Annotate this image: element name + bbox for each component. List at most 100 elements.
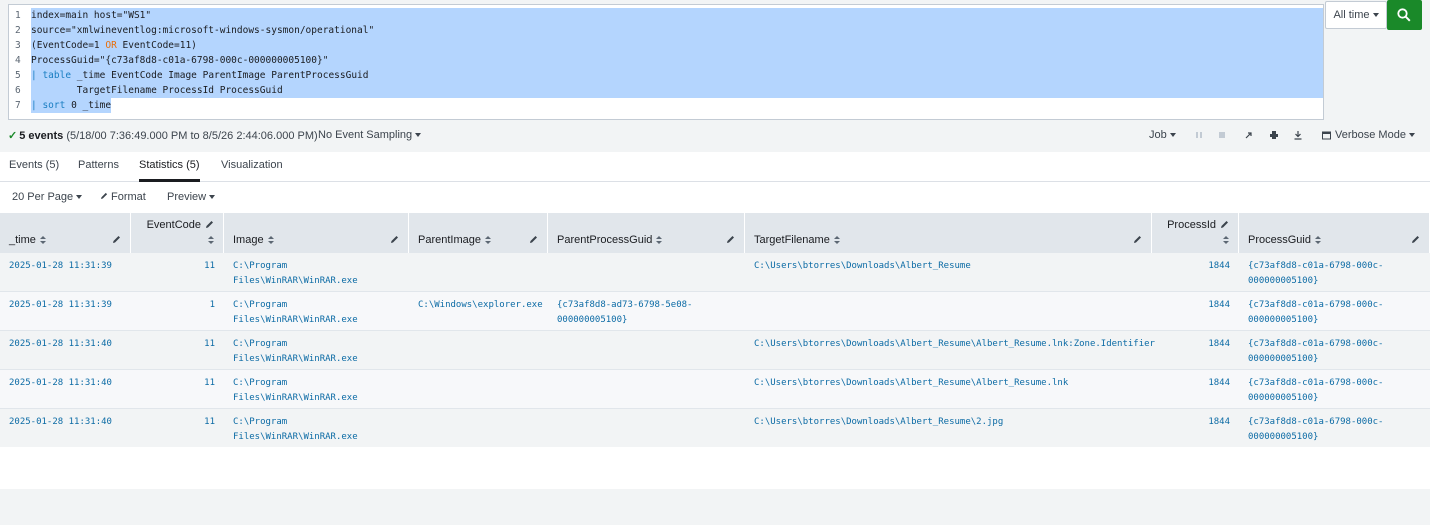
cell-code[interactable]: 11 — [131, 376, 215, 391]
search-button[interactable] — [1387, 0, 1422, 30]
column-header-image[interactable]: Image — [224, 213, 409, 253]
cell-time[interactable]: 2025-01-28 11:31:39 — [9, 298, 112, 313]
column-header-title: _time — [9, 234, 46, 246]
cell-image[interactable]: C:\Program Files\WinRAR\WinRAR.exe — [233, 337, 358, 367]
cell-image[interactable]: C:\Program Files\WinRAR\WinRAR.exe — [233, 298, 358, 328]
query-token: sort — [42, 100, 66, 111]
cell-target[interactable]: C:\Users\btorres\Downloads\Albert_Resume… — [754, 376, 1068, 391]
column-header-label: TargetFilename — [754, 234, 830, 246]
cell-code[interactable]: 11 — [131, 415, 215, 430]
search-query-editor[interactable]: 1 index=main host="WS1" 2 source="xmlwineve… — [8, 4, 1324, 120]
cell-pid[interactable]: 1844 — [1152, 415, 1230, 430]
table-row: 2025-01-28 11:31:39 11 C:\Program Files\Wi… — [0, 253, 1430, 292]
sort-icon[interactable] — [484, 236, 491, 245]
edit-column-icon[interactable] — [529, 235, 538, 244]
cell-guid[interactable]: {c73af8d8-c01a-6798-000c- 000000005100} — [1248, 298, 1383, 328]
cell-pid[interactable]: 1844 — [1152, 376, 1230, 391]
column-header-targetfilename[interactable]: TargetFilename — [745, 213, 1152, 253]
cell-time[interactable]: 2025-01-28 11:31:39 — [9, 259, 112, 274]
cell-target[interactable]: C:\Users\btorres\Downloads\Albert_Resume… — [754, 337, 1155, 352]
pause-icon[interactable] — [1194, 130, 1204, 140]
column-header-eventcode[interactable]: EventCode — [131, 213, 224, 253]
sort-icon[interactable] — [208, 236, 214, 244]
column-header-title: ParentImage — [418, 234, 491, 246]
stop-icon[interactable] — [1217, 130, 1227, 140]
cell-image[interactable]: C:\Program Files\WinRAR\WinRAR.exe — [233, 415, 358, 445]
cell-time[interactable]: 2025-01-28 11:31:40 — [9, 337, 112, 352]
edit-column-icon[interactable] — [112, 235, 121, 244]
cell-code[interactable]: 1 — [131, 298, 215, 313]
sort-icon[interactable] — [1223, 236, 1229, 244]
print-icon[interactable] — [1269, 130, 1279, 140]
cell-parent[interactable]: C:\Windows\explorer.exe — [418, 298, 543, 313]
search-bar: 1 index=main host="WS1" 2 source="xmlwineve… — [0, 0, 1430, 122]
sort-icon[interactable] — [39, 236, 46, 245]
cell-image[interactable]: C:\Program Files\WinRAR\WinRAR.exe — [233, 376, 358, 406]
tab-events[interactable]: Events (5) — [9, 159, 59, 182]
chevron-down-icon — [1408, 133, 1415, 138]
job-label: Job — [1149, 129, 1167, 141]
query-text: index=main host="WS1" — [31, 8, 1323, 23]
cell-time[interactable]: 2025-01-28 11:31:40 — [9, 376, 112, 391]
table-header: _time EventCode Image ParentImage ParentProc… — [0, 213, 1430, 253]
cell-image[interactable]: C:\Program Files\WinRAR\WinRAR.exe — [233, 259, 358, 289]
per-page-label: 20 Per Page — [12, 191, 74, 203]
cell-pguid[interactable]: {c73af8d8-ad73-6798-5e08- 000000005100} — [557, 298, 692, 328]
sort-icon[interactable] — [833, 236, 840, 245]
cell-pid[interactable]: 1844 — [1152, 298, 1230, 313]
query-text: (EventCode=1 OR EventCode=11) — [31, 38, 1323, 53]
sort-icon[interactable] — [1314, 236, 1321, 245]
sort-icon[interactable] — [267, 236, 274, 245]
column-header-processguid[interactable]: ProcessGuid — [1239, 213, 1430, 253]
query-text: | table _time EventCode Image ParentImag… — [31, 68, 1323, 83]
cell-code[interactable]: 11 — [131, 337, 215, 352]
tab-statistics[interactable]: Statistics (5) — [139, 159, 200, 182]
column-header-label: _time — [9, 234, 36, 246]
cell-guid[interactable]: {c73af8d8-c01a-6798-000c- 000000005100} — [1248, 376, 1383, 406]
export-icon[interactable] — [1293, 130, 1303, 140]
table-row: 2025-01-28 11:31:40 11 C:\Program Files\Wi… — [0, 409, 1430, 448]
format-button[interactable]: Format — [100, 191, 146, 203]
sort-icon[interactable] — [656, 236, 663, 245]
cell-guid[interactable]: {c73af8d8-c01a-6798-000c- 000000005100} — [1248, 415, 1383, 445]
cell-target[interactable]: C:\Users\btorres\Downloads\Albert_Resume… — [754, 415, 1003, 430]
search-status-row: ✓ 5 events (5/18/00 7:36:49.000 PM to 8/5… — [0, 124, 1430, 146]
cell-target[interactable]: C:\Users\btorres\Downloads\Albert_Resume — [754, 259, 971, 274]
column-header-time[interactable]: _time — [0, 213, 131, 253]
time-range-picker[interactable]: All time — [1325, 1, 1387, 29]
line-number: 3 — [15, 40, 21, 51]
share-icon[interactable] — [1244, 130, 1254, 140]
preview-label: Preview — [167, 191, 207, 203]
column-header-title: ProcessGuid — [1248, 234, 1321, 246]
edit-column-icon[interactable] — [1411, 235, 1420, 244]
cell-guid[interactable]: {c73af8d8-c01a-6798-000c- 000000005100} — [1248, 259, 1383, 289]
cell-pid[interactable]: 1844 — [1152, 337, 1230, 352]
edit-column-icon[interactable] — [726, 235, 735, 244]
tab-patterns[interactable]: Patterns — [78, 159, 119, 182]
column-header-label: ProcessGuid — [1248, 234, 1311, 246]
column-header-label: ParentImage — [418, 234, 481, 246]
edit-column-icon[interactable] — [205, 220, 214, 229]
search-mode-dropdown[interactable]: Verbose Mode — [1322, 129, 1415, 141]
line-number: 7 — [15, 100, 21, 111]
job-menu[interactable]: Job — [1149, 129, 1176, 141]
results-toolbar: 20 Per Page Format Preview — [0, 182, 1430, 213]
cell-time[interactable]: 2025-01-28 11:31:40 — [9, 415, 112, 430]
preview-dropdown[interactable]: Preview — [167, 191, 216, 203]
per-page-dropdown[interactable]: 20 Per Page — [12, 191, 83, 203]
edit-column-icon[interactable] — [1133, 235, 1142, 244]
column-header-processid[interactable]: ProcessId — [1152, 213, 1239, 253]
query-line: 6 TargetFilename ProcessId ProcessGuid — [9, 83, 1323, 98]
cell-pid[interactable]: 1844 — [1152, 259, 1230, 274]
edit-column-icon[interactable] — [1220, 220, 1229, 229]
column-header-parentimage[interactable]: ParentImage — [409, 213, 548, 253]
table-row: 2025-01-28 11:31:40 11 C:\Program Files\Wi… — [0, 331, 1430, 370]
tab-visualization[interactable]: Visualization — [221, 159, 283, 182]
edit-column-icon[interactable] — [390, 235, 399, 244]
chevron-down-icon — [209, 195, 216, 200]
column-header-parentprocessguid[interactable]: ParentProcessGuid — [548, 213, 745, 253]
event-sampling-dropdown[interactable]: No Event Sampling — [318, 129, 422, 141]
column-header-title: ParentProcessGuid — [557, 234, 663, 246]
cell-guid[interactable]: {c73af8d8-c01a-6798-000c- 000000005100} — [1248, 337, 1383, 367]
cell-code[interactable]: 11 — [131, 259, 215, 274]
